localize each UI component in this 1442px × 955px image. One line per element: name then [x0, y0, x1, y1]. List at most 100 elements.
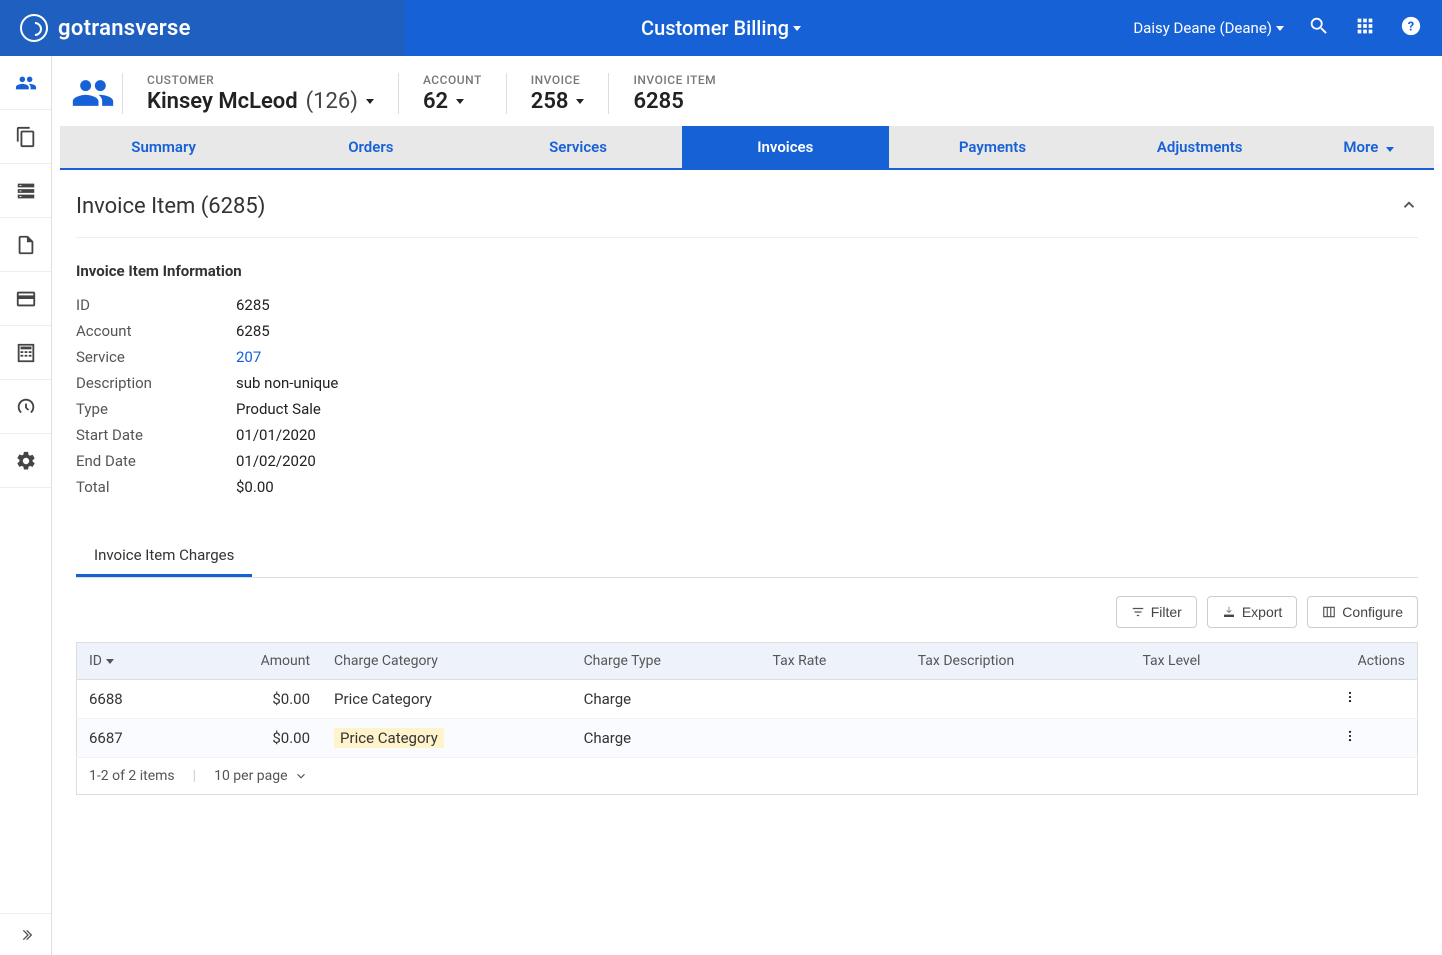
cell-tax-rate	[761, 680, 906, 719]
brand-name: gotransverse	[58, 16, 191, 41]
col-charge-type[interactable]: Charge Type	[572, 643, 761, 680]
info-service-label: Service	[76, 348, 236, 366]
tab-more[interactable]: More	[1303, 126, 1434, 168]
tab-orders[interactable]: Orders	[267, 126, 474, 168]
table-footer: 1-2 of 2 items | 10 per page	[76, 758, 1418, 795]
col-tax-level[interactable]: Tax Level	[1130, 643, 1283, 680]
info-end-value: 01/02/2020	[236, 452, 676, 470]
sidebar-document-icon[interactable]	[0, 218, 51, 272]
brand-logo-icon	[20, 14, 48, 42]
cell-tax-description	[906, 719, 1131, 758]
search-icon[interactable]	[1308, 15, 1330, 41]
col-id[interactable]: ID	[77, 643, 186, 680]
chevron-down-icon	[366, 99, 374, 104]
charges-table: ID Amount Charge Category Charge Type Ta…	[76, 642, 1418, 758]
info-id-label: ID	[76, 296, 236, 314]
col-tax-rate[interactable]: Tax Rate	[761, 643, 906, 680]
tab-adjustments[interactable]: Adjustments	[1096, 126, 1303, 168]
section-title: Invoice Item (6285)	[76, 194, 265, 219]
cell-tax-rate	[761, 719, 906, 758]
sort-desc-icon	[106, 659, 114, 664]
context-invoice-item: INVOICE ITEM 6285	[608, 73, 740, 114]
filter-label: Filter	[1151, 604, 1182, 620]
context-invoice-item-value: 6285	[633, 89, 683, 114]
context-account[interactable]: ACCOUNT 62	[398, 73, 506, 114]
download-icon	[1222, 605, 1236, 619]
cell-charge-category: Price Category	[322, 719, 572, 758]
info-start-label: Start Date	[76, 426, 236, 444]
top-header: gotransverse Customer Billing Daisy Dean…	[0, 0, 1442, 56]
filter-button[interactable]: Filter	[1116, 596, 1197, 628]
sidebar-expand-toggle[interactable]	[0, 913, 51, 955]
collapse-toggle[interactable]	[1400, 196, 1418, 218]
per-page-selector[interactable]: 10 per page	[214, 768, 307, 784]
context-invoice-label: INVOICE	[531, 73, 585, 87]
context-bar: CUSTOMER Kinsey McLeod (126) ACCOUNT 62 …	[52, 56, 1442, 126]
svg-text:?: ?	[1408, 20, 1414, 35]
more-vertical-icon	[1343, 729, 1357, 743]
context-account-value: 62	[423, 89, 448, 114]
info-id-value: 6285	[236, 296, 676, 314]
tab-invoices[interactable]: Invoices	[682, 126, 889, 168]
module-dropdown[interactable]: Customer Billing	[641, 16, 801, 40]
subtab-invoice-item-charges[interactable]: Invoice Item Charges	[76, 536, 252, 577]
info-type-label: Type	[76, 400, 236, 418]
col-actions: Actions	[1283, 643, 1417, 680]
sidebar-dashboard-icon[interactable]	[0, 380, 51, 434]
pagination-count: 1-2 of 2 items	[89, 768, 175, 784]
cell-charge-type: Charge	[572, 719, 761, 758]
context-customer-label: CUSTOMER	[147, 73, 374, 87]
cell-charge-type: Charge	[572, 680, 761, 719]
context-customer-name: Kinsey McLeod	[147, 89, 298, 114]
col-amount[interactable]: Amount	[185, 643, 322, 680]
sidebar-server-icon[interactable]	[0, 164, 51, 218]
main-tabs: Summary Orders Services Invoices Payment…	[60, 126, 1434, 170]
cell-id: 6688	[77, 680, 186, 719]
info-heading: Invoice Item Information	[76, 262, 1418, 280]
chevron-down-icon	[576, 99, 584, 104]
tab-services[interactable]: Services	[474, 126, 681, 168]
cell-amount: $0.00	[185, 680, 322, 719]
info-type-value: Product Sale	[236, 400, 676, 418]
sidebar-copy-icon[interactable]	[0, 110, 51, 164]
cell-tax-level	[1130, 719, 1283, 758]
info-account-label: Account	[76, 322, 236, 340]
sidebar-calculator-icon[interactable]	[0, 326, 51, 380]
context-account-label: ACCOUNT	[423, 73, 482, 87]
info-total-label: Total	[76, 478, 236, 496]
table-toolbar: Filter Export Configure	[76, 578, 1418, 642]
sidebar-settings-icon[interactable]	[0, 434, 51, 488]
help-icon[interactable]: ?	[1400, 15, 1422, 41]
configure-button[interactable]: Configure	[1307, 596, 1418, 628]
export-button[interactable]: Export	[1207, 596, 1297, 628]
info-description-label: Description	[76, 374, 236, 392]
info-service-link[interactable]: 207	[236, 348, 676, 366]
context-customer-id: (126)	[306, 89, 358, 114]
tab-payments[interactable]: Payments	[889, 126, 1096, 168]
info-total-value: $0.00	[236, 478, 676, 496]
chevron-down-icon	[793, 26, 801, 31]
row-actions-button[interactable]	[1283, 719, 1417, 758]
tab-summary[interactable]: Summary	[60, 126, 267, 168]
sidebar-card-icon[interactable]	[0, 272, 51, 326]
apps-grid-icon[interactable]	[1354, 15, 1376, 41]
user-display-name: Daisy Deane (Deane)	[1133, 19, 1272, 37]
module-title: Customer Billing	[641, 16, 789, 40]
context-customer[interactable]: CUSTOMER Kinsey McLeod (126)	[122, 73, 398, 114]
per-page-label: 10 per page	[214, 768, 287, 784]
col-charge-category[interactable]: Charge Category	[322, 643, 572, 680]
more-vertical-icon	[1343, 690, 1357, 704]
col-tax-description[interactable]: Tax Description	[906, 643, 1131, 680]
chevron-down-icon	[1386, 147, 1394, 152]
table-row: 6687 $0.00 Price Category Charge	[77, 719, 1418, 758]
row-actions-button[interactable]	[1283, 680, 1417, 719]
info-description-value: sub non-unique	[236, 374, 676, 392]
cell-id: 6687	[77, 719, 186, 758]
brand-logo[interactable]: gotransverse	[20, 14, 191, 42]
info-grid: ID 6285 Account 6285 Service 207 Descrip…	[76, 296, 676, 496]
context-invoice-item-label: INVOICE ITEM	[633, 73, 716, 87]
user-menu[interactable]: Daisy Deane (Deane)	[1133, 19, 1284, 37]
info-end-label: End Date	[76, 452, 236, 470]
context-invoice[interactable]: INVOICE 258	[506, 73, 609, 114]
sidebar-customers-icon[interactable]	[0, 56, 51, 110]
